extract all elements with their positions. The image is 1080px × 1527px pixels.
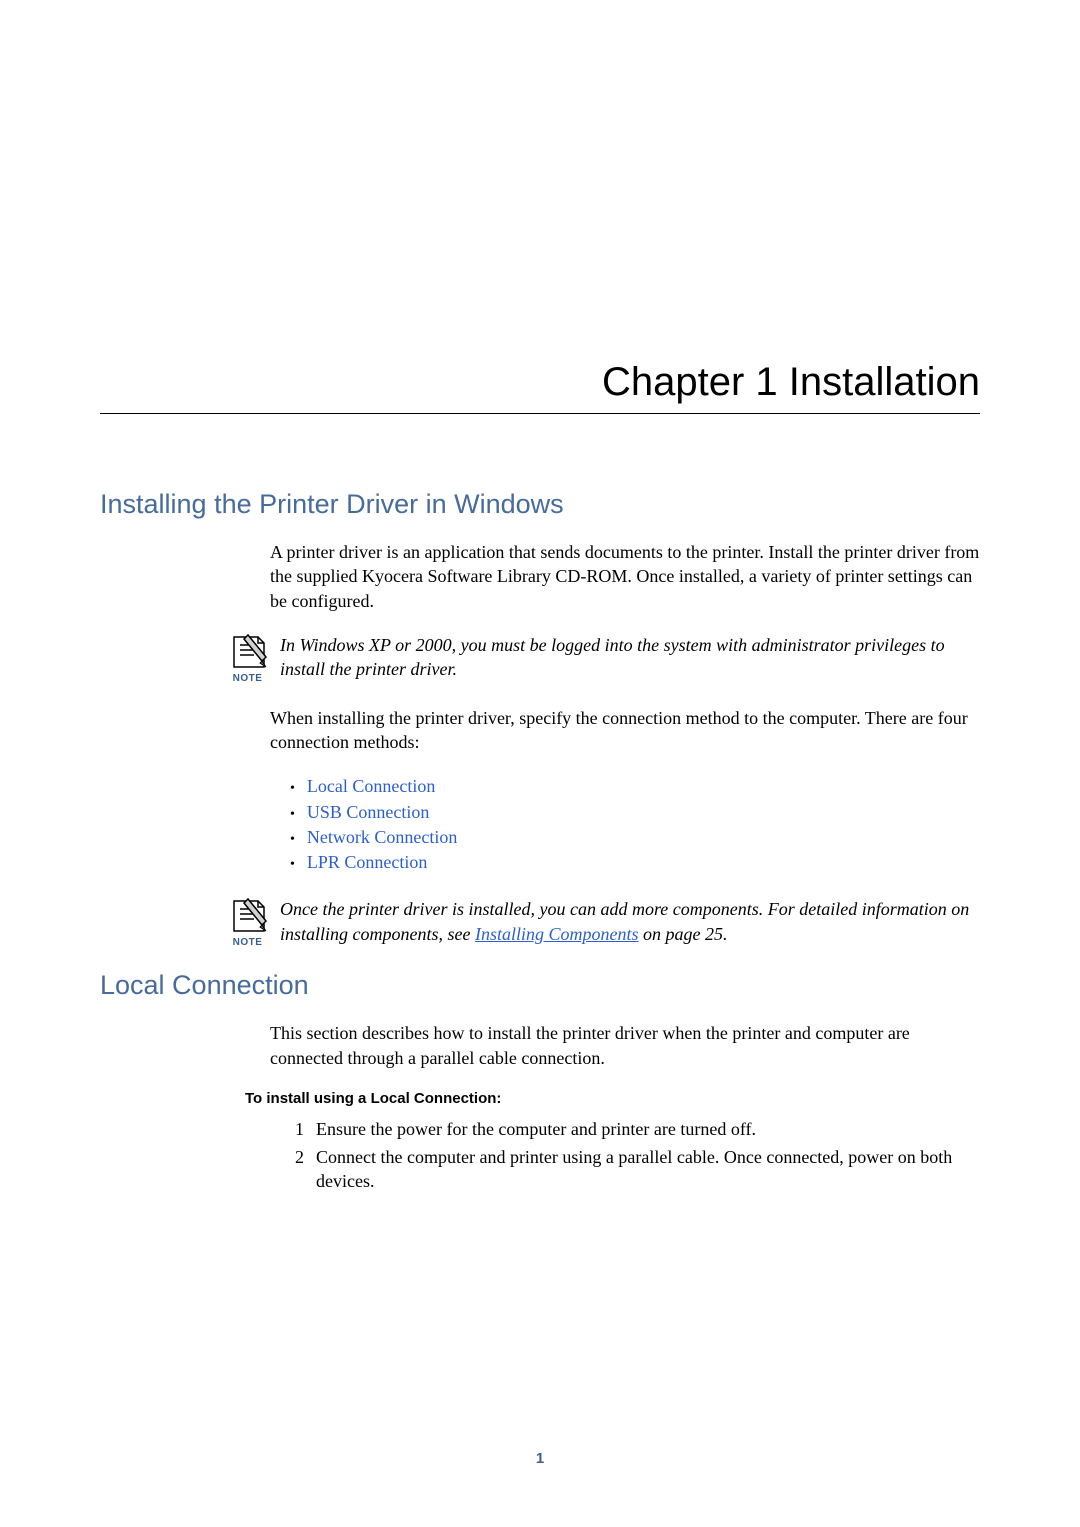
step-number: 2 bbox=[280, 1145, 304, 1194]
page-number: 1 bbox=[0, 1450, 1080, 1467]
connection-intro: When installing the printer driver, spec… bbox=[270, 706, 980, 755]
step-number: 1 bbox=[280, 1117, 304, 1141]
list-item: • USB Connection bbox=[290, 800, 980, 825]
intro-paragraph: A printer driver is an application that … bbox=[270, 540, 980, 613]
list-item: • Network Connection bbox=[290, 825, 980, 850]
link-lpr-connection[interactable]: LPR Connection bbox=[307, 850, 428, 875]
procedure-steps: 1 Ensure the power for the computer and … bbox=[280, 1117, 980, 1194]
step-item: 2 Connect the computer and printer using… bbox=[280, 1145, 980, 1194]
link-network-connection[interactable]: Network Connection bbox=[307, 825, 457, 850]
bullet-marker: • bbox=[290, 830, 295, 850]
local-connection-intro: This section describes how to install th… bbox=[270, 1021, 980, 1070]
step-text: Connect the computer and printer using a… bbox=[316, 1145, 980, 1194]
link-installing-components[interactable]: Installing Components bbox=[475, 924, 639, 944]
note-icon-container: NOTE bbox=[225, 633, 270, 684]
note2-post: on page 25. bbox=[639, 924, 728, 944]
connection-list: • Local Connection • USB Connection • Ne… bbox=[290, 774, 980, 875]
note-text-components: Once the printer driver is installed, yo… bbox=[280, 897, 980, 946]
list-item: • Local Connection bbox=[290, 774, 980, 799]
list-item: • LPR Connection bbox=[290, 850, 980, 875]
bullet-marker: • bbox=[290, 805, 295, 825]
step-text: Ensure the power for the computer and pr… bbox=[316, 1117, 980, 1141]
section-heading-installing: Installing the Printer Driver in Windows bbox=[100, 489, 980, 520]
note-label: NOTE bbox=[233, 673, 263, 684]
note-block-components: NOTE Once the printer driver is installe… bbox=[225, 897, 980, 948]
bullet-marker: • bbox=[290, 779, 295, 799]
bullet-marker: • bbox=[290, 855, 295, 875]
note-clipboard-icon bbox=[228, 633, 268, 671]
link-local-connection[interactable]: Local Connection bbox=[307, 774, 435, 799]
note-text: In Windows XP or 2000, you must be logge… bbox=[280, 633, 980, 682]
note-icon-container: NOTE bbox=[225, 897, 270, 948]
chapter-title: Chapter 1 Installation bbox=[100, 360, 980, 414]
procedure-heading: To install using a Local Connection: bbox=[245, 1090, 980, 1107]
note-clipboard-icon bbox=[228, 897, 268, 935]
note-block-admin: NOTE In Windows XP or 2000, you must be … bbox=[225, 633, 980, 684]
note-label: NOTE bbox=[233, 937, 263, 948]
section-heading-local-connection: Local Connection bbox=[100, 970, 980, 1001]
step-item: 1 Ensure the power for the computer and … bbox=[280, 1117, 980, 1141]
link-usb-connection[interactable]: USB Connection bbox=[307, 800, 430, 825]
